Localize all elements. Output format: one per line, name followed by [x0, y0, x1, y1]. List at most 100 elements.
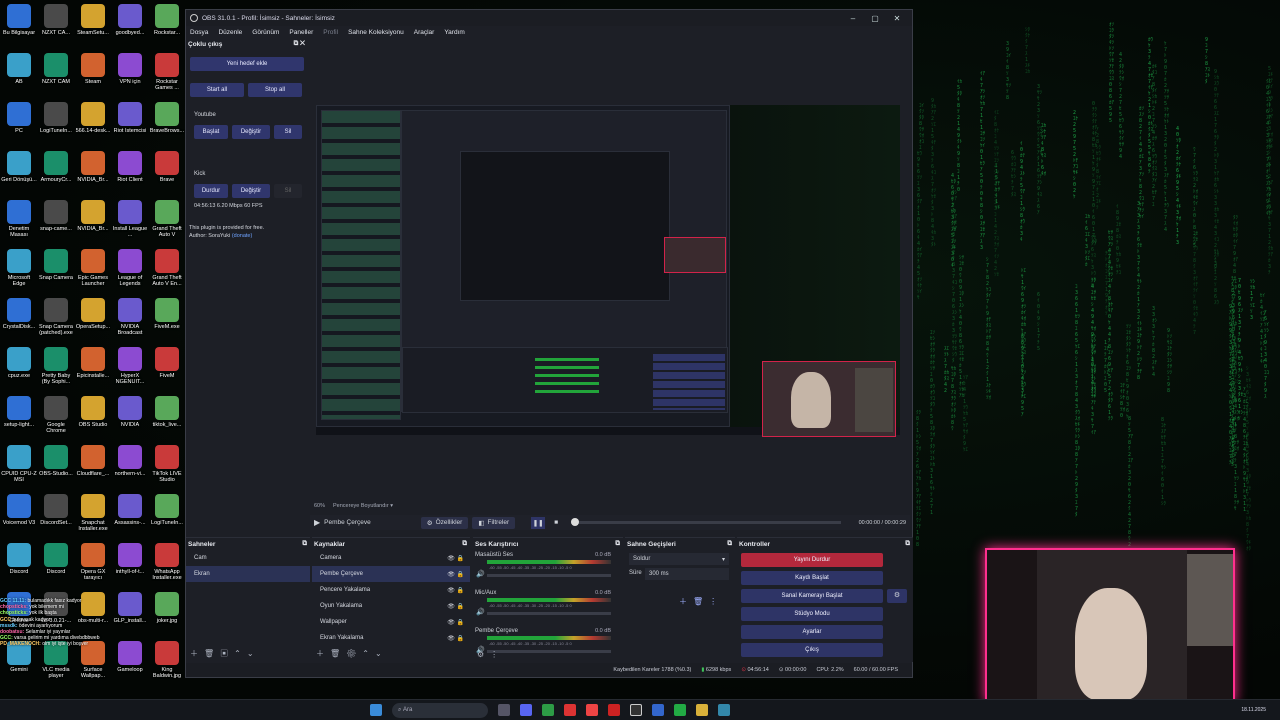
desktop-icon[interactable]: Snapchat Installer.exe	[75, 493, 111, 541]
kick-stop-button[interactable]: Durdur	[194, 184, 228, 198]
visibility-lock-icon[interactable]: 👁 🔒	[447, 619, 464, 626]
stop-stream-button[interactable]: Yayını Durdur	[741, 553, 883, 567]
visibility-lock-icon[interactable]: 👁 🔒	[447, 555, 464, 562]
pause-button[interactable]: ❚❚	[531, 516, 546, 529]
speaker-icon[interactable]: 🔊	[476, 570, 485, 578]
desktop-icon[interactable]: Brave	[149, 150, 185, 198]
desktop-icon[interactable]: NVIDIA Broadcast	[112, 297, 148, 345]
brave-icon[interactable]	[564, 704, 576, 716]
source-item[interactable]: Pencere Yakalama 👁 🔒	[312, 582, 470, 598]
duration-input[interactable]: 300 ms	[645, 568, 729, 580]
desktop-icon[interactable]: Grand Theft Auto V	[149, 199, 185, 247]
desktop-icon[interactable]: AB	[1, 52, 37, 100]
menu-scene-collection[interactable]: Sahne Koleksiyonu	[348, 29, 404, 36]
desktop-icon[interactable]: Rockstar Games ...	[149, 52, 185, 100]
desktop-icon[interactable]: NVIDIA_Br...	[75, 150, 111, 198]
desktop-icon[interactable]: LogiTuneIn...	[149, 493, 185, 541]
scale-value[interactable]: 60%	[314, 503, 325, 509]
minimize-button[interactable]: –	[842, 14, 864, 23]
volume-slider[interactable]	[487, 612, 611, 615]
desktop-icon[interactable]: Install League ...	[112, 199, 148, 247]
menu-help[interactable]: Yardım	[444, 29, 464, 36]
desktop-icon[interactable]: cpuz.exe	[1, 346, 37, 394]
desktop-icon[interactable]: Grand Theft Auto V En...	[149, 248, 185, 296]
menu-tools[interactable]: Araçlar	[414, 29, 435, 36]
youtube-delete-button[interactable]: Sil	[274, 125, 302, 139]
desktop-icon[interactable]: NZXT CAM	[38, 52, 74, 100]
desktop-icon[interactable]: DiscordSet...	[38, 493, 74, 541]
desktop-icon[interactable]: inthyll-of-t...	[112, 542, 148, 590]
desktop-icon[interactable]: Opera GX tarayıcı	[75, 542, 111, 590]
desktop-icon[interactable]: 566.14-desk...	[75, 101, 111, 149]
stop-media-button[interactable]: ■	[549, 517, 563, 529]
desktop-icon[interactable]: HyperX NGENUIT...	[112, 346, 148, 394]
desktop-icon[interactable]: Assassins-...	[112, 493, 148, 541]
obs-icon[interactable]	[630, 704, 642, 716]
desktop-icon[interactable]: Google Chrome	[38, 395, 74, 443]
desktop-icon[interactable]: Riot Client	[112, 150, 148, 198]
desktop-icon[interactable]: PC	[1, 101, 37, 149]
task-view-icon[interactable]	[498, 704, 510, 716]
search-box[interactable]: ⌕ Ara	[392, 702, 488, 718]
desktop-icon[interactable]: SteamSetu...	[75, 3, 111, 51]
visibility-lock-icon[interactable]: 👁 🔒	[447, 635, 464, 642]
desktop-icon[interactable]: Epicinstalle...	[75, 346, 111, 394]
desktop-icon[interactable]: Steam	[75, 52, 111, 100]
undock-icon[interactable]: ⧉	[615, 540, 620, 548]
undock-icon[interactable]: ⧉	[302, 540, 307, 548]
menu-view[interactable]: Görünüm	[252, 29, 279, 36]
spotify-icon[interactable]	[674, 704, 686, 716]
scale-mode-dropdown[interactable]: Pencereye Boyutlandır ▾	[333, 503, 393, 509]
desktop-icon[interactable]: Bu Bilgisayar	[1, 3, 37, 51]
menu-edit[interactable]: Düzenle	[218, 29, 242, 36]
selected-webcam-source[interactable]	[762, 361, 896, 437]
source-item[interactable]: Ekran Yakalama 👁 🔒	[312, 630, 470, 646]
undock-icon[interactable]: ⧉	[905, 540, 910, 548]
desktop-icon[interactable]: setup-light...	[1, 395, 37, 443]
desktop-icon[interactable]: Snap Camera (patched).exe	[38, 297, 74, 345]
desktop-icon[interactable]: Rockstar...	[149, 3, 185, 51]
edge-icon[interactable]	[652, 704, 664, 716]
volume-slider[interactable]	[487, 574, 611, 577]
source-item[interactable]: Oyun Yakalama 👁 🔒	[312, 598, 470, 614]
desktop-icon[interactable]: OBS Studio	[75, 395, 111, 443]
undock-icon[interactable]: ⧉	[727, 540, 732, 548]
menu-docks[interactable]: Paneller	[289, 29, 313, 36]
source-item[interactable]: Wallpaper 👁 🔒	[312, 614, 470, 630]
desktop-icon[interactable]: CPUID CPU-Z MSI	[1, 444, 37, 492]
start-icon[interactable]	[370, 704, 382, 716]
desktop-icon[interactable]: Discord	[1, 542, 37, 590]
desktop-icon[interactable]: joker.jpg	[149, 591, 185, 639]
desktop-icon[interactable]: goodbyed...	[112, 3, 148, 51]
youtube-start-button[interactable]: Başlat	[194, 125, 228, 139]
desktop-icon[interactable]: League of Legends	[112, 248, 148, 296]
mixer-actions[interactable]: ⚙⋮	[477, 650, 504, 659]
virtual-camera-settings-icon[interactable]: ⚙	[887, 589, 907, 603]
stop-all-button[interactable]: Stop all	[248, 83, 302, 97]
filters-button[interactable]: ◧ Filtreler	[472, 516, 516, 529]
desktop-icon[interactable]: Pretty Baby (By Sophi...	[38, 346, 74, 394]
desktop-icon[interactable]: WhatsApp Installer.exe	[149, 542, 185, 590]
maximize-button[interactable]: ▢	[864, 14, 886, 23]
explorer-icon[interactable]	[696, 704, 708, 716]
play-icon[interactable]: ▶	[314, 518, 320, 527]
visibility-lock-icon[interactable]: 👁 🔒	[447, 587, 464, 594]
desktop-icon[interactable]: FiveM	[149, 346, 185, 394]
desktop-icon[interactable]: Voicemod V3	[1, 493, 37, 541]
youtube-change-button[interactable]: Değiştir	[232, 125, 270, 139]
desktop-icon[interactable]: BraveBrows...	[149, 101, 185, 149]
desktop-icon[interactable]: Denetim Masası	[1, 199, 37, 247]
studio-mode-button[interactable]: Stüdyo Modu	[741, 607, 883, 621]
desktop-icon[interactable]: OBS-Studio...	[38, 444, 74, 492]
desktop-icon[interactable]: OperaSetup...	[75, 297, 111, 345]
close-button[interactable]: ✕	[886, 14, 908, 23]
donate-link[interactable]: (donate)	[232, 233, 253, 239]
menu-profile[interactable]: Profil	[323, 29, 338, 36]
desktop-icon[interactable]: NZXT CA...	[38, 3, 74, 51]
source-item[interactable]: Pembe Çerçeve 👁 🔒	[312, 566, 470, 582]
desktop-icon[interactable]: Geri Dönüşü...	[1, 150, 37, 198]
settings-button[interactable]: Ayarlar	[741, 625, 883, 639]
opera-icon[interactable]	[608, 704, 620, 716]
desktop-icon[interactable]: ArmouryCr...	[38, 150, 74, 198]
volume-slider[interactable]	[487, 650, 611, 653]
